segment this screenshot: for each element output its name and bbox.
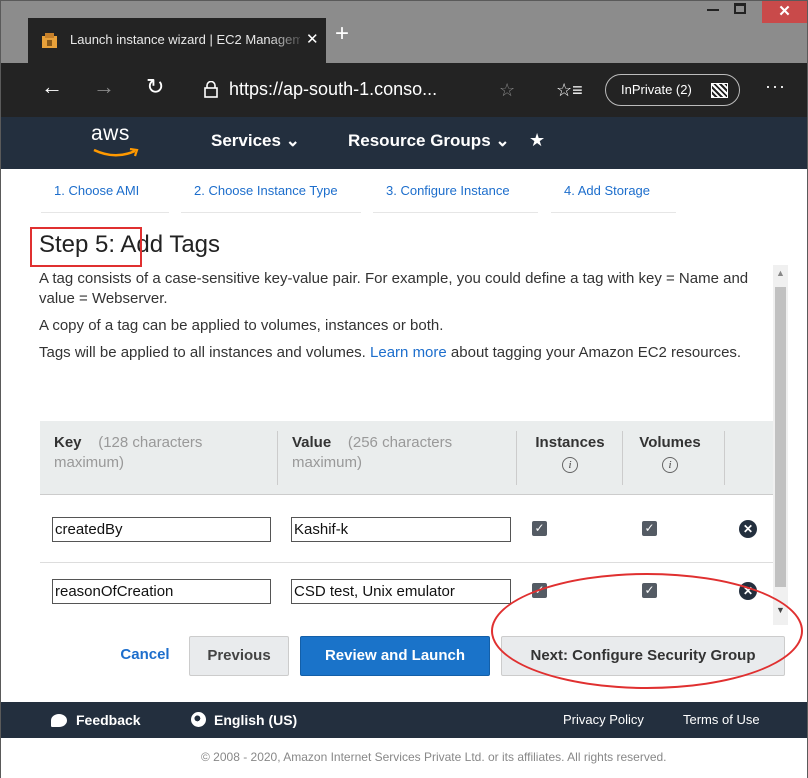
column-divider <box>516 431 517 485</box>
tag-key-input[interactable]: reasonOfCreation <box>52 579 271 604</box>
content-scrollbar[interactable]: ▲ ▼ <box>773 265 788 625</box>
chat-bubble-icon <box>51 714 67 727</box>
terms-of-use-link[interactable]: Terms of Use <box>683 712 760 727</box>
ec2-favicon-icon <box>42 33 57 48</box>
globe-icon <box>191 712 206 727</box>
header-label: Key <box>54 434 82 451</box>
tag-value-input[interactable]: CSD test, Unix emulator <box>291 579 511 604</box>
inprivate-label: InPrivate (2) <box>621 82 692 97</box>
lock-icon <box>204 81 218 98</box>
cancel-button[interactable]: Cancel <box>111 636 179 676</box>
column-divider <box>724 431 725 485</box>
aws-top-nav: aws Services ⌄ Resource Groups ⌄ ★ <box>1 117 807 169</box>
next-button-highlight-annotation <box>491 573 803 689</box>
volumes-checkbox[interactable]: ✓ <box>642 521 657 536</box>
desc-text: about tagging your Amazon EC2 resources. <box>446 344 742 361</box>
step-highlight-annotation <box>30 227 142 267</box>
refresh-icon[interactable]: ↻ <box>146 76 164 98</box>
aws-logo[interactable]: aws <box>87 122 147 162</box>
table-row: createdBy Kashif-k ✓ ✓ ✕ <box>40 501 773 563</box>
value-column-header: Value (256 characters maximum) <box>292 433 512 473</box>
browser-tab[interactable]: Launch instance wizard | EC2 Management … <box>28 18 326 63</box>
delete-tag-icon[interactable]: ✕ <box>739 520 757 538</box>
address-bar-url[interactable]: https://ap-south-1.conso... <box>229 79 437 100</box>
inprivate-icon <box>711 83 728 98</box>
desc-paragraph: A tag consists of a case-sensitive key-v… <box>39 270 749 307</box>
info-icon[interactable]: i <box>562 457 578 473</box>
header-label: Volumes <box>639 434 701 451</box>
more-menu-icon[interactable]: ··· <box>765 76 786 97</box>
tab-title-fade <box>268 28 308 52</box>
step-choose-ami[interactable]: 1. Choose AMI <box>41 183 169 213</box>
resource-groups-menu[interactable]: Resource Groups ⌄ <box>348 131 510 151</box>
aws-footer: Feedback English (US) Privacy Policy Ter… <box>1 702 807 738</box>
desc-paragraph: A copy of a tag can be applied to volume… <box>39 317 444 334</box>
language-label: English (US) <box>214 712 298 728</box>
key-column-header: Key (128 characters maximum) <box>54 433 274 473</box>
aws-logo-text: aws <box>91 122 130 145</box>
tags-table-header: Key (128 characters maximum) Value (256 … <box>40 421 773 495</box>
copyright-bar: © 2008 - 2020, Amazon Internet Services … <box>1 738 807 778</box>
new-tab-button[interactable]: + <box>335 22 349 46</box>
info-icon[interactable]: i <box>662 457 678 473</box>
step-label: 1. Choose AMI <box>54 183 140 198</box>
services-menu[interactable]: Services ⌄ <box>211 131 300 151</box>
back-arrow-icon[interactable]: ← <box>41 76 63 98</box>
scrollbar-thumb[interactable] <box>775 287 786 587</box>
instances-checkbox[interactable]: ✓ <box>532 521 547 536</box>
step-label: 2. Choose Instance Type <box>194 183 338 198</box>
previous-button[interactable]: Previous <box>189 636 289 676</box>
volumes-column-header: Volumes i <box>630 433 710 474</box>
browser-titlebar: Launch instance wizard | EC2 Management … <box>1 1 807 63</box>
copyright-text: © 2008 - 2020, Amazon Internet Services … <box>201 750 667 764</box>
feedback-label: Feedback <box>76 712 141 728</box>
feedback-link[interactable]: Feedback <box>51 712 141 728</box>
step-add-storage[interactable]: 4. Add Storage <box>551 183 676 213</box>
language-selector[interactable]: English (US) <box>191 712 297 728</box>
step-choose-instance-type[interactable]: 2. Choose Instance Type <box>181 183 361 213</box>
pin-icon[interactable]: ★ <box>529 130 545 151</box>
column-divider <box>277 431 278 485</box>
privacy-policy-link[interactable]: Privacy Policy <box>563 712 644 727</box>
column-divider <box>622 431 623 485</box>
aws-smile-icon <box>93 148 139 157</box>
step-label: 4. Add Storage <box>564 183 651 198</box>
favorite-star-icon[interactable]: ☆ <box>499 80 515 101</box>
header-label: Value <box>292 434 332 451</box>
tags-description: A tag consists of a case-sensitive key-v… <box>39 269 769 370</box>
scroll-up-icon[interactable]: ▲ <box>776 268 785 278</box>
tag-key-input[interactable]: createdBy <box>52 517 271 542</box>
window-maximize-icon[interactable] <box>734 3 746 14</box>
step-configure-instance[interactable]: 3. Configure Instance <box>373 183 538 213</box>
browser-toolbar: ← → ↻ https://ap-south-1.conso... ☆ ☆≡ I… <box>1 63 807 117</box>
tag-value-input[interactable]: Kashif-k <box>291 517 511 542</box>
window-close-icon[interactable]: ✕ <box>762 1 807 23</box>
desc-paragraph: Tags will be applied to all instances an… <box>39 343 769 363</box>
window-minimize-icon[interactable] <box>707 9 719 11</box>
step-label: 3. Configure Instance <box>386 183 510 198</box>
tab-title: Launch instance wizard | EC2 Management … <box>70 32 300 47</box>
wizard-steps: 1. Choose AMI 2. Choose Instance Type 3.… <box>1 169 807 219</box>
favorites-list-icon[interactable]: ☆≡ <box>556 80 583 101</box>
forward-arrow-icon[interactable]: → <box>93 76 115 98</box>
review-and-launch-button[interactable]: Review and Launch <box>300 636 490 676</box>
inprivate-button[interactable]: InPrivate (2) <box>605 74 740 106</box>
browser-window: Launch instance wizard | EC2 Management … <box>0 0 808 778</box>
instances-column-header: Instances i <box>530 433 610 474</box>
learn-more-link[interactable]: Learn more <box>370 344 447 361</box>
desc-text: Tags will be applied to all instances an… <box>39 344 371 361</box>
header-label: Instances <box>535 434 605 451</box>
tab-close-icon[interactable]: ✕ <box>306 30 319 48</box>
